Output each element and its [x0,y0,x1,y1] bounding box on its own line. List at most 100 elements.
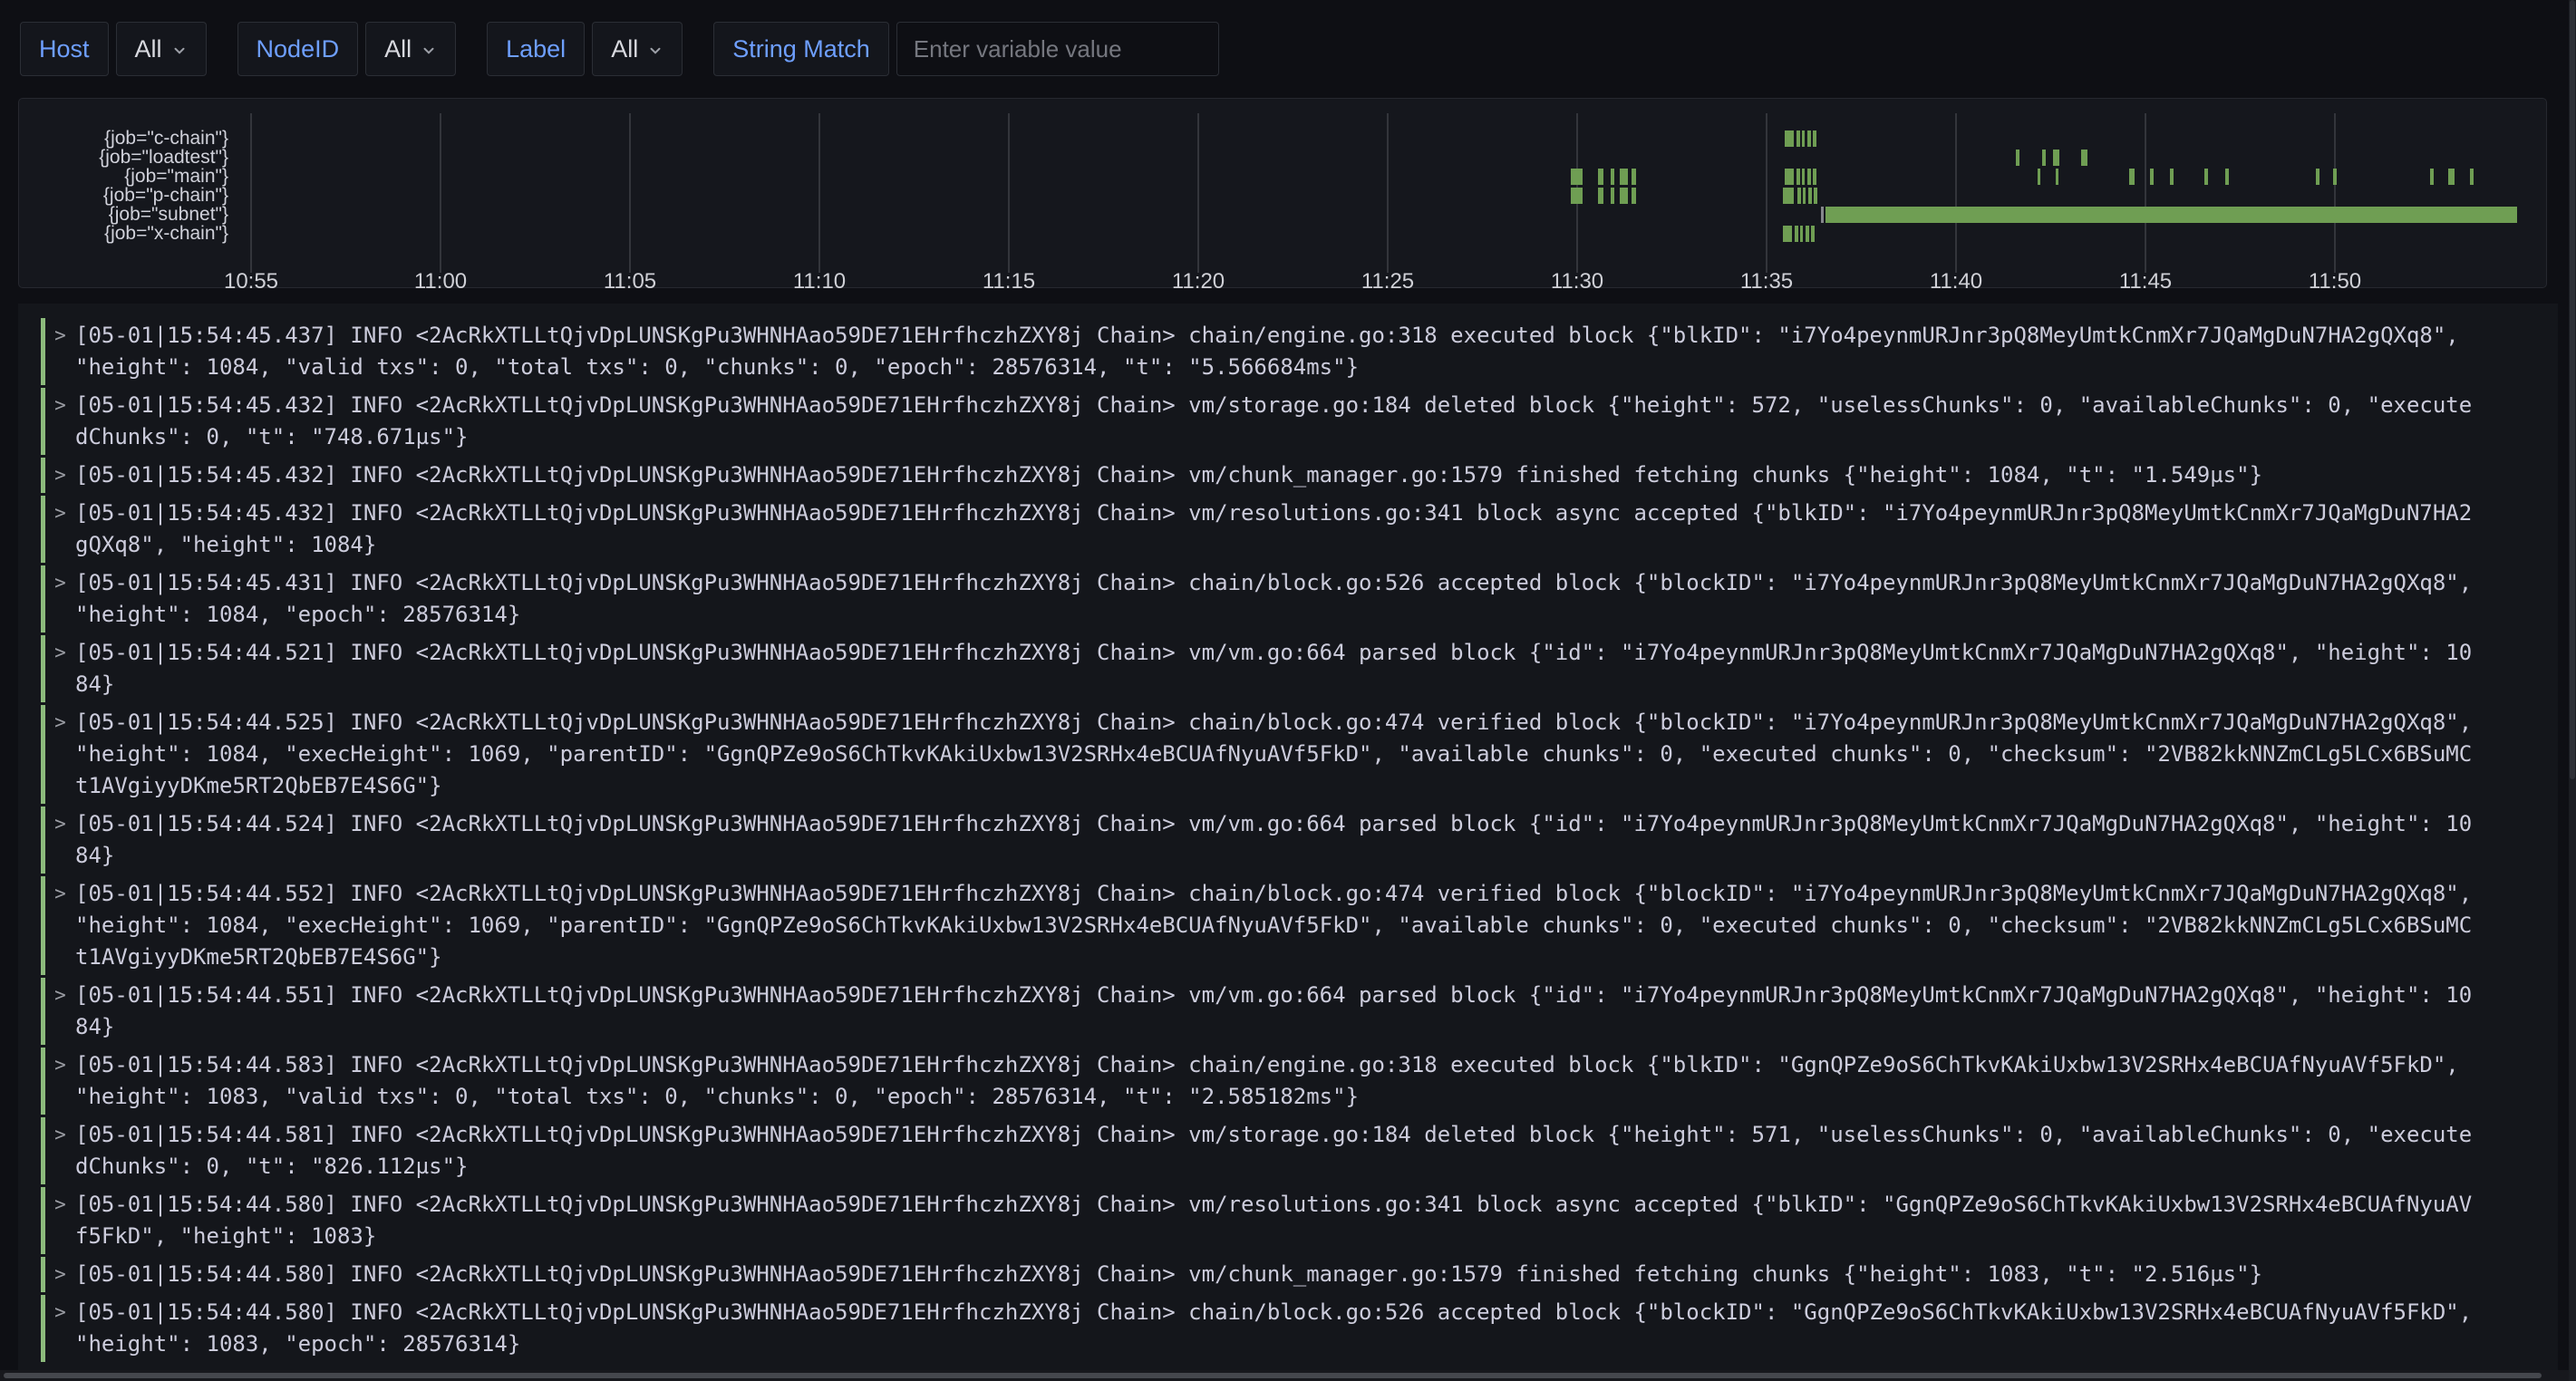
log-row[interactable]: >[05-01|15:54:45.432] INFO <2AcRkXTLLtQj… [41,458,2558,493]
log-volume-mark [1598,169,1603,185]
log-volume-mark [1796,169,1800,185]
variable-nodeid: NodeID All [237,22,457,76]
axis-gridline [1387,113,1389,273]
log-line-text: [05-01|15:54:45.431] INFO <2AcRkXTLLtQjv… [75,567,2474,631]
expand-chevron-icon[interactable]: > [45,1049,75,1081]
time-tick-label: 11:30 [1514,269,1641,295]
log-row[interactable]: >[05-01|15:54:44.580] INFO <2AcRkXTLLtQj… [41,1187,2558,1254]
log-row[interactable]: >[05-01|15:54:45.432] INFO <2AcRkXTLLtQj… [41,496,2558,563]
axis-gridline [2145,113,2146,273]
log-volume-panel[interactable]: {job="c-chain"}{job="loadtest"}{job="mai… [18,98,2547,288]
expand-chevron-icon[interactable]: > [45,980,75,1011]
log-volume-mark [1800,226,1803,242]
expand-chevron-icon[interactable]: > [45,1297,75,1328]
log-volume-mark [1796,130,1800,147]
log-volume-mark [2170,169,2174,185]
log-row[interactable]: >[05-01|15:54:44.580] INFO <2AcRkXTLLtQj… [41,1295,2558,1362]
log-row[interactable]: >[05-01|15:54:44.551] INFO <2AcRkXTLLtQj… [41,978,2558,1045]
log-volume-mark [1813,130,1816,147]
horizontal-scrollbar[interactable] [0,1370,2576,1381]
expand-chevron-icon[interactable]: > [45,1259,75,1290]
log-volume-mark [2430,169,2434,185]
log-volume-mark [2448,169,2455,185]
log-line-text: [05-01|15:54:44.580] INFO <2AcRkXTLLtQjv… [75,1259,2474,1290]
expand-chevron-icon[interactable]: > [45,459,75,491]
log-row[interactable]: >[05-01|15:54:44.525] INFO <2AcRkXTLLtQj… [41,705,2558,804]
expand-chevron-icon[interactable]: > [45,707,75,739]
nodeid-variable-value: All [384,35,412,63]
log-row[interactable]: >[05-01|15:54:44.521] INFO <2AcRkXTLLtQj… [41,635,2558,702]
log-volume-mark [2316,169,2319,185]
nodeid-variable-picker[interactable]: All [365,22,456,76]
log-volume-mark [1811,226,1815,242]
expand-chevron-icon[interactable]: > [45,637,75,669]
log-line-text: [05-01|15:54:44.580] INFO <2AcRkXTLLtQjv… [75,1297,2474,1360]
log-volume-mark [1795,226,1798,242]
log-rows-panel[interactable]: >[05-01|15:54:45.437] INFO <2AcRkXTLLtQj… [18,304,2558,1370]
expand-chevron-icon[interactable]: > [45,497,75,529]
time-tick-label: 11:50 [2271,269,2398,295]
time-tick-label: 11:15 [945,269,1072,295]
expand-chevron-icon[interactable]: > [45,390,75,421]
expand-chevron-icon[interactable]: > [45,567,75,599]
log-volume-mark [2016,150,2019,166]
log-volume-mark [1813,169,1816,185]
expand-chevron-icon[interactable]: > [45,1189,75,1221]
log-volume-mark [1632,188,1636,204]
log-row[interactable]: >[05-01|15:54:44.580] INFO <2AcRkXTLLtQj… [41,1257,2558,1292]
expand-chevron-icon[interactable]: > [45,1119,75,1151]
log-row[interactable]: >[05-01|15:54:44.583] INFO <2AcRkXTLLtQj… [41,1048,2558,1115]
log-volume-mark [1571,169,1583,185]
log-row[interactable]: >[05-01|15:54:45.432] INFO <2AcRkXTLLtQj… [41,388,2558,455]
legend-series-label: {job="c-chain"} [99,129,228,148]
log-line-text: [05-01|15:54:45.437] INFO <2AcRkXTLLtQjv… [75,320,2474,383]
log-row[interactable]: >[05-01|15:54:44.524] INFO <2AcRkXTLLtQj… [41,806,2558,874]
log-volume-mark [2470,169,2474,185]
legend-series-label: {job="x-chain"} [99,224,228,243]
chevron-down-icon [647,37,663,65]
log-row[interactable]: >[05-01|15:54:45.431] INFO <2AcRkXTLLtQj… [41,565,2558,633]
log-volume-mark [2081,150,2087,166]
legend-series-label: {job="loadtest"} [99,148,228,167]
log-line-text: [05-01|15:54:44.525] INFO <2AcRkXTLLtQjv… [75,707,2474,802]
log-volume-mark [1611,169,1614,185]
vertical-scrollbar[interactable] [2569,0,2576,1381]
log-line-text: [05-01|15:54:44.521] INFO <2AcRkXTLLtQjv… [75,637,2474,700]
vertical-scrollbar-thumb[interactable] [2570,0,2575,779]
label-variable-label: Label [487,22,585,76]
log-volume-mark [1571,188,1583,204]
log-row[interactable]: >[05-01|15:54:44.581] INFO <2AcRkXTLLtQj… [41,1117,2558,1184]
time-tick-label: 11:40 [1893,269,2019,295]
label-variable-picker[interactable]: All [592,22,683,76]
log-volume-mark [2053,150,2059,166]
host-variable-label: Host [20,22,109,76]
expand-chevron-icon[interactable]: > [45,808,75,840]
host-variable-picker[interactable]: All [116,22,207,76]
axis-gridline [1197,113,1199,273]
string-match-input[interactable] [896,22,1219,76]
log-line-text: [05-01|15:54:44.524] INFO <2AcRkXTLLtQjv… [75,808,2474,872]
log-volume-mark [1620,188,1628,204]
variable-label: Label All [487,22,683,76]
log-volume-mark [2042,150,2046,166]
axis-gridline [1766,113,1767,273]
log-volume-mark [2038,169,2040,185]
log-line-text: [05-01|15:54:44.551] INFO <2AcRkXTLLtQjv… [75,980,2474,1043]
time-tick-label: 11:05 [567,269,693,295]
time-tick-label: 11:45 [2082,269,2209,295]
time-tick-label: 10:55 [188,269,315,295]
variable-string-match: String Match [713,22,1219,76]
log-row[interactable]: >[05-01|15:54:44.552] INFO <2AcRkXTLLtQj… [41,876,2558,975]
host-variable-value: All [135,35,162,63]
chevron-down-icon [421,37,437,65]
expand-chevron-icon[interactable]: > [45,320,75,352]
log-volume-mark [1797,188,1801,204]
label-variable-value: All [611,35,638,63]
log-volume-mark [1808,188,1812,204]
horizontal-scrollbar-thumb[interactable] [4,1373,2542,1378]
chevron-down-icon [171,37,188,65]
log-volume-mark [1807,169,1811,185]
expand-chevron-icon[interactable]: > [45,878,75,910]
log-row[interactable]: >[05-01|15:54:45.437] INFO <2AcRkXTLLtQj… [41,318,2558,385]
axis-gridline [818,113,820,273]
